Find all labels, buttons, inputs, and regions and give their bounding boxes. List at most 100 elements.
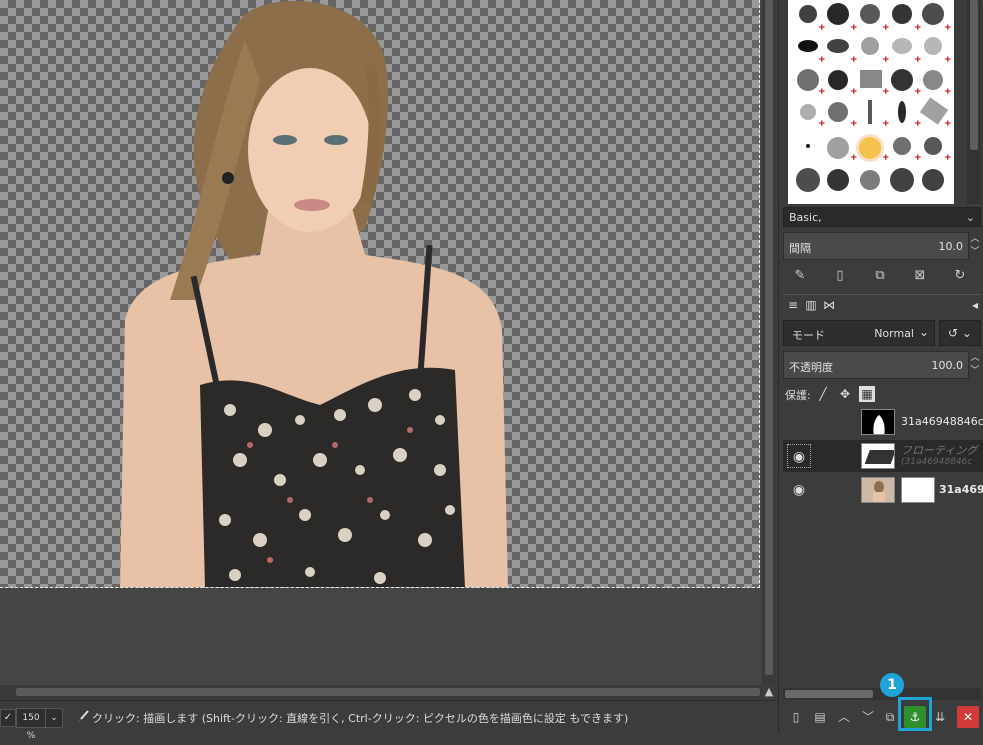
svg-text:+: +: [850, 153, 858, 163]
lock-pixels-icon[interactable]: ╱: [815, 386, 831, 402]
refresh-brushes-icon[interactable]: ↻: [949, 265, 971, 287]
svg-text:+: +: [882, 23, 890, 33]
new-layer-icon[interactable]: ▯: [785, 706, 807, 728]
layer-row[interactable]: ◉ 31a469: [783, 474, 983, 506]
new-layer-group-icon[interactable]: ▤: [809, 706, 831, 728]
layer-row[interactable]: 31a46948846cce: [783, 406, 983, 438]
layer-subname: (31a46948846c: [901, 457, 973, 467]
spin-up-icon[interactable]: ︿: [970, 233, 980, 246]
eye-icon[interactable]: ◉: [787, 478, 811, 502]
status-bar: ✓ 150 % ⌄ クリック: 描画します (Shift-クリック: 直線を引く…: [0, 700, 776, 741]
zoom-field[interactable]: 150 %: [16, 708, 46, 741]
dock-tabs: ≡ ▥ ⋈ ◂: [783, 294, 981, 315]
spacing-slider[interactable]: 間隔 10.0: [783, 232, 969, 260]
svg-text:+: +: [914, 153, 922, 163]
spin-down-icon[interactable]: ﹀: [970, 365, 980, 378]
layer-actions-bar: ▯ ▤ ︿ ﹀ ⧉ 1 ⚓ ⇊ ✕: [779, 673, 983, 731]
chevron-down-icon: ⌄: [918, 325, 929, 339]
zoom-dropdown-chevron-icon[interactable]: ⌄: [45, 708, 63, 728]
layer-mode-dropdown[interactable]: モード Normal ⌄: [783, 320, 935, 346]
svg-text:+: +: [850, 55, 858, 65]
scroll-thumb[interactable]: [785, 690, 873, 698]
svg-text:+: +: [944, 55, 952, 65]
canvas-vertical-scrollbar[interactable]: [762, 0, 776, 685]
svg-text:+: +: [882, 153, 890, 163]
scroll-thumb[interactable]: [16, 688, 760, 696]
svg-text:+: +: [850, 119, 858, 129]
eye-icon[interactable]: ◉: [787, 444, 811, 468]
docks-panel: + + + + + + + + + + + + + + + + + + + + + + + + Basic, ⌄ 間隔…: [778, 0, 983, 733]
svg-text:+: +: [882, 55, 890, 65]
svg-text:+: +: [944, 119, 952, 129]
scroll-thumb[interactable]: [970, 0, 978, 150]
brush-preset-value: Basic,: [789, 211, 822, 224]
brush-grid[interactable]: + + + + + + + + + + + + + + + + + + + + + + + +: [788, 0, 954, 204]
portrait-image: [120, 0, 508, 587]
svg-text:+: +: [882, 119, 890, 129]
lock-alpha-icon[interactable]: ▦: [859, 386, 875, 402]
delete-layer-button[interactable]: ✕: [957, 706, 979, 728]
layer-name[interactable]: 31a46948846cce: [901, 415, 983, 428]
svg-text:+: +: [944, 153, 952, 163]
layers-list[interactable]: 31a46948846cce ◉ フローティング (31a46948846c ◉…: [783, 406, 983, 506]
merge-down-icon[interactable]: ⇊: [929, 706, 951, 728]
spacing-value: 10.0: [938, 240, 964, 253]
svg-text:+: +: [818, 23, 826, 33]
spin-down-icon[interactable]: ﹀: [970, 246, 980, 259]
lower-layer-icon[interactable]: ﹀: [857, 706, 879, 728]
layer-name[interactable]: 31a469: [939, 483, 983, 496]
navigate-icon[interactable]: ▲: [762, 685, 776, 699]
floating-selection-thumbnail: [861, 443, 895, 469]
status-message: クリック: 描画します (Shift-クリック: 直線を引く, Ctrl-クリッ…: [92, 712, 629, 725]
spacing-label: 間隔: [789, 242, 811, 255]
svg-text:+: +: [882, 87, 890, 97]
image-layer-transparent-bg[interactable]: [0, 0, 760, 588]
layers-tab-icon[interactable]: ≡: [785, 298, 801, 313]
svg-text:+: +: [914, 87, 922, 97]
delete-brush-icon[interactable]: ⊠: [909, 265, 931, 287]
mode-value: Normal: [874, 327, 914, 340]
scroll-thumb[interactable]: [765, 0, 773, 675]
opacity-value: 100.0: [931, 359, 964, 372]
channels-tab-icon[interactable]: ▥: [803, 298, 819, 313]
svg-text:+: +: [818, 119, 826, 129]
svg-text:+: +: [818, 87, 826, 97]
paintbrush-icon: [78, 710, 89, 723]
svg-text:+: +: [850, 23, 858, 33]
brush-thumbnails: + + + + + + + + + + + + + + + + + + + + + + + +: [796, 3, 952, 192]
layer-mask-thumbnail: [901, 477, 935, 503]
mode-label: モード: [792, 329, 825, 342]
callout-badge: 1: [880, 673, 904, 697]
tab-menu-icon[interactable]: ◂: [967, 298, 983, 313]
edit-brush-icon[interactable]: ✎: [789, 265, 811, 287]
anchor-layer-button[interactable]: ⚓: [904, 706, 926, 728]
layer-row-selected[interactable]: ◉ フローティング (31a46948846c: [783, 440, 983, 472]
chevron-down-icon: ⌄: [965, 211, 975, 224]
layer-thumbnail: [861, 477, 895, 503]
lock-row: 保護: ╱ ✥ ▦: [783, 384, 981, 404]
spin-up-icon[interactable]: ︿: [970, 352, 980, 365]
lock-label: 保護:: [785, 389, 811, 402]
image-canvas[interactable]: [0, 0, 762, 685]
svg-text:+: +: [818, 55, 826, 65]
layer-name[interactable]: フローティング: [901, 442, 983, 458]
svg-text:+: +: [914, 119, 922, 129]
canvas-horizontal-scrollbar[interactable]: [0, 685, 762, 699]
brush-preset-dropdown[interactable]: Basic, ⌄: [783, 207, 981, 227]
layer-mask-thumbnail: [861, 409, 895, 435]
svg-text:+: +: [914, 55, 922, 65]
svg-text:+: +: [850, 87, 858, 97]
composite-mode-dropdown[interactable]: ↺ ⌄: [939, 320, 981, 346]
svg-text:+: +: [944, 87, 952, 97]
brush-grid-scrollbar[interactable]: [967, 0, 981, 204]
svg-text:+: +: [944, 23, 952, 33]
unit-checkmark-icon[interactable]: ✓: [0, 709, 16, 727]
raise-layer-icon[interactable]: ︿: [833, 706, 855, 728]
duplicate-brush-icon[interactable]: ⧉: [869, 265, 891, 287]
brush-actions-bar: ✎ ▯ ⧉ ⊠ ↻: [787, 265, 979, 287]
new-brush-icon[interactable]: ▯: [829, 265, 851, 287]
opacity-label: 不透明度: [789, 361, 833, 374]
paths-tab-icon[interactable]: ⋈: [821, 298, 837, 313]
lock-position-icon[interactable]: ✥: [837, 386, 853, 402]
opacity-slider[interactable]: 不透明度 100.0: [783, 351, 969, 379]
